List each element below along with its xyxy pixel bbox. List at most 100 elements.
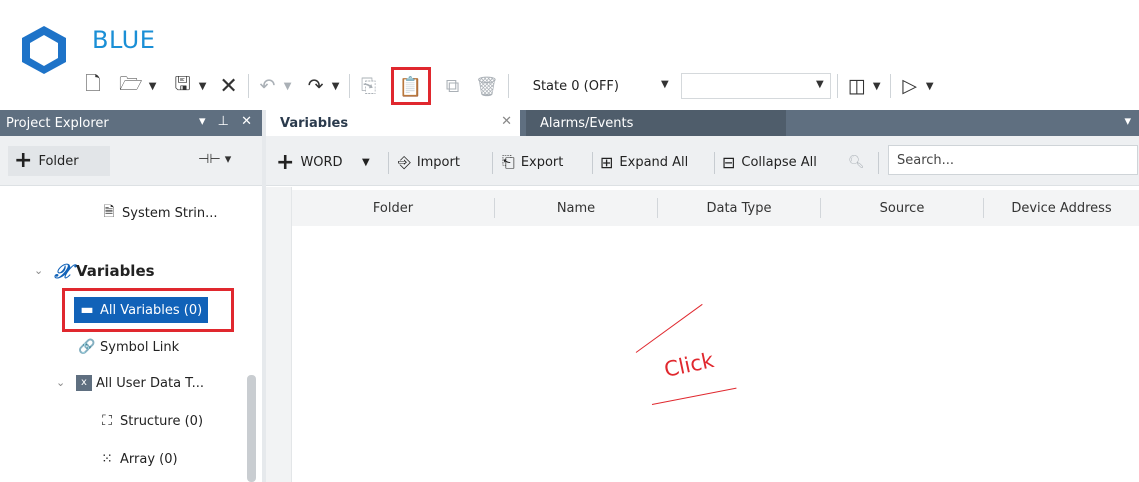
panel-controls-icon[interactable]: ▾ ⊥ ✕ bbox=[199, 114, 256, 129]
row-header-column bbox=[266, 187, 292, 482]
variables-icon: 𝒳 bbox=[54, 259, 72, 283]
state-select[interactable]: State 0 (OFF) ▼ bbox=[515, 70, 673, 102]
redo-dropdown-chevron-icon[interactable]: ▼ bbox=[329, 70, 343, 102]
export-icon: ⎗ bbox=[502, 152, 515, 171]
toolbar-separator bbox=[889, 74, 891, 98]
toolbar-separator bbox=[714, 152, 715, 174]
column-header-device-address[interactable]: Device Address bbox=[984, 190, 1139, 226]
title-area: BLUE 🗋 🗁 ▼ 🖫 ▼ ✕ ↶ ▼ ↷ ▼ ⎘ 📋 ⧉ 🗑 State 0… bbox=[0, 0, 1139, 107]
app-title: BLUE bbox=[92, 26, 156, 54]
layout-dropdown-chevron-icon[interactable]: ▼ bbox=[870, 70, 884, 102]
add-word-button[interactable]: + WORD bbox=[276, 148, 343, 176]
tree-scrollbar[interactable] bbox=[247, 375, 256, 482]
undo-dropdown-chevron-icon[interactable]: ▼ bbox=[281, 70, 295, 102]
play-dropdown-chevron-icon[interactable]: ▼ bbox=[923, 70, 937, 102]
tree-item-array[interactable]: ⁙ Array (0) bbox=[98, 446, 178, 472]
add-folder-label: Folder bbox=[38, 153, 79, 169]
highlight-box bbox=[62, 288, 234, 332]
paste-icon[interactable]: 📋 bbox=[390, 67, 431, 105]
search-input[interactable]: Search... bbox=[888, 145, 1138, 175]
toolbar-separator bbox=[507, 74, 509, 98]
toolbar-separator bbox=[348, 74, 350, 98]
export-button[interactable]: ⎗ Export bbox=[502, 148, 563, 176]
plus-icon: + bbox=[14, 148, 33, 173]
redo-icon[interactable]: ↷ bbox=[303, 70, 329, 102]
play-icon[interactable]: ▷ bbox=[897, 70, 923, 102]
document-tabs: Variables ✕ Alarms/Events ▾ bbox=[266, 110, 1139, 136]
open-dropdown-chevron-icon[interactable]: ▼ bbox=[146, 70, 160, 102]
tree-item-label: Variables bbox=[76, 262, 155, 280]
tabs-menu-icon[interactable]: ▾ bbox=[1124, 114, 1131, 129]
collapse-all-button[interactable]: ⊟ Collapse All bbox=[722, 148, 817, 176]
tab-variables[interactable]: Variables ✕ bbox=[266, 110, 520, 136]
expand-all-button[interactable]: ⊞ Expand All bbox=[600, 148, 688, 176]
toolbar-separator bbox=[878, 152, 879, 174]
document-icon: 🗎 bbox=[103, 204, 115, 220]
save-dropdown-chevron-icon[interactable]: ▼ bbox=[196, 70, 210, 102]
add-folder-button[interactable]: + Folder bbox=[8, 146, 110, 176]
project-explorer-title: Project Explorer bbox=[6, 115, 109, 131]
tree-item-variables[interactable]: 𝒳 Variables bbox=[54, 258, 155, 284]
chevron-down-icon: ▼ bbox=[660, 79, 669, 90]
collapse-chevron-icon[interactable]: ⌄ bbox=[34, 264, 43, 277]
link-icon: 🔗 bbox=[78, 339, 96, 355]
state-select-value: State 0 (OFF) bbox=[532, 78, 619, 94]
tree-item-symbol-link[interactable]: 🔗 Symbol Link bbox=[78, 334, 179, 360]
column-header-folder[interactable]: Folder bbox=[292, 190, 494, 226]
tab-label: Alarms/Events bbox=[540, 115, 634, 131]
tree-item-system-strings[interactable]: 🗎 System Strin... bbox=[100, 200, 218, 226]
collapse-icon: ⊟ bbox=[722, 152, 736, 172]
tree-item-label: Structure (0) bbox=[120, 413, 204, 429]
toolbar-separator bbox=[492, 152, 493, 174]
data-type-icon: x bbox=[76, 375, 92, 391]
tree-item-label: Array (0) bbox=[120, 451, 178, 467]
layout-icon[interactable]: ◫ bbox=[844, 70, 870, 102]
copy-icon[interactable]: ⎘ bbox=[356, 70, 382, 102]
collapse-all-label: Collapse All bbox=[741, 154, 817, 170]
expand-all-label: Expand All bbox=[619, 154, 689, 170]
toolbar-separator bbox=[388, 152, 389, 174]
export-label: Export bbox=[520, 154, 564, 170]
secondary-combo[interactable]: ▼ bbox=[680, 73, 831, 99]
toolbar-separator bbox=[247, 74, 249, 98]
column-header-data-type[interactable]: Data Type bbox=[658, 190, 820, 226]
import-button[interactable]: ⎆ Import bbox=[398, 148, 460, 176]
chevron-down-icon: ▼ bbox=[815, 79, 824, 90]
undo-icon[interactable]: ↶ bbox=[255, 70, 281, 102]
tree-item-all-user-data-types[interactable]: x All User Data T... bbox=[76, 370, 204, 396]
column-header-source[interactable]: Source bbox=[821, 190, 983, 226]
plus-icon: + bbox=[276, 149, 295, 175]
main-toolbar: 🗋 🗁 ▼ 🖫 ▼ ✕ ↶ ▼ ↷ ▼ ⎘ 📋 ⧉ 🗑 State 0 (OFF… bbox=[80, 66, 937, 106]
grid-header: Folder Name Data Type Source Device Addr… bbox=[292, 190, 1139, 226]
find-icon[interactable]: 🔍︎ bbox=[848, 148, 865, 176]
array-icon: ⁙ bbox=[101, 451, 113, 467]
new-file-icon[interactable]: 🗋 bbox=[80, 70, 106, 102]
search-placeholder: Search... bbox=[897, 152, 955, 168]
blue-logo-icon bbox=[22, 26, 66, 74]
trash-icon[interactable]: 🗑 bbox=[472, 70, 502, 102]
duplicate-icon[interactable]: ⧉ bbox=[440, 70, 466, 102]
grid-body[interactable] bbox=[292, 226, 1139, 482]
import-label: Import bbox=[416, 154, 460, 170]
pin-icon[interactable]: ⊣⊢ ▾ bbox=[198, 152, 231, 167]
save-icon[interactable]: 🖫 bbox=[170, 70, 196, 102]
structure-icon: ⛶ bbox=[102, 413, 112, 429]
toolbar-separator bbox=[836, 74, 838, 98]
tree-item-label: Symbol Link bbox=[100, 339, 180, 355]
tree-item-label: System Strin... bbox=[122, 205, 218, 221]
collapse-chevron-icon[interactable]: ⌄ bbox=[56, 376, 65, 389]
tab-label: Variables bbox=[280, 115, 349, 131]
tab-alarms-events[interactable]: Alarms/Events bbox=[526, 110, 786, 136]
add-word-label: WORD bbox=[300, 154, 343, 170]
close-icon[interactable]: ✕ bbox=[501, 114, 512, 129]
toolbar-separator bbox=[592, 152, 593, 174]
open-folder-icon[interactable]: 🗁 bbox=[116, 70, 146, 102]
delete-icon[interactable]: ✕ bbox=[216, 70, 242, 102]
add-word-dropdown[interactable]: ▼ bbox=[362, 148, 370, 176]
import-icon: ⎆ bbox=[398, 152, 411, 171]
project-explorer-toolbar: + Folder ⊣⊢ ▾ bbox=[0, 136, 262, 186]
tree-item-structure[interactable]: ⛶ Structure (0) bbox=[98, 408, 203, 434]
project-explorer-header: Project Explorer ▾ ⊥ ✕ bbox=[0, 110, 262, 136]
tree-item-label: All User Data T... bbox=[96, 375, 204, 391]
column-header-name[interactable]: Name bbox=[495, 190, 657, 226]
